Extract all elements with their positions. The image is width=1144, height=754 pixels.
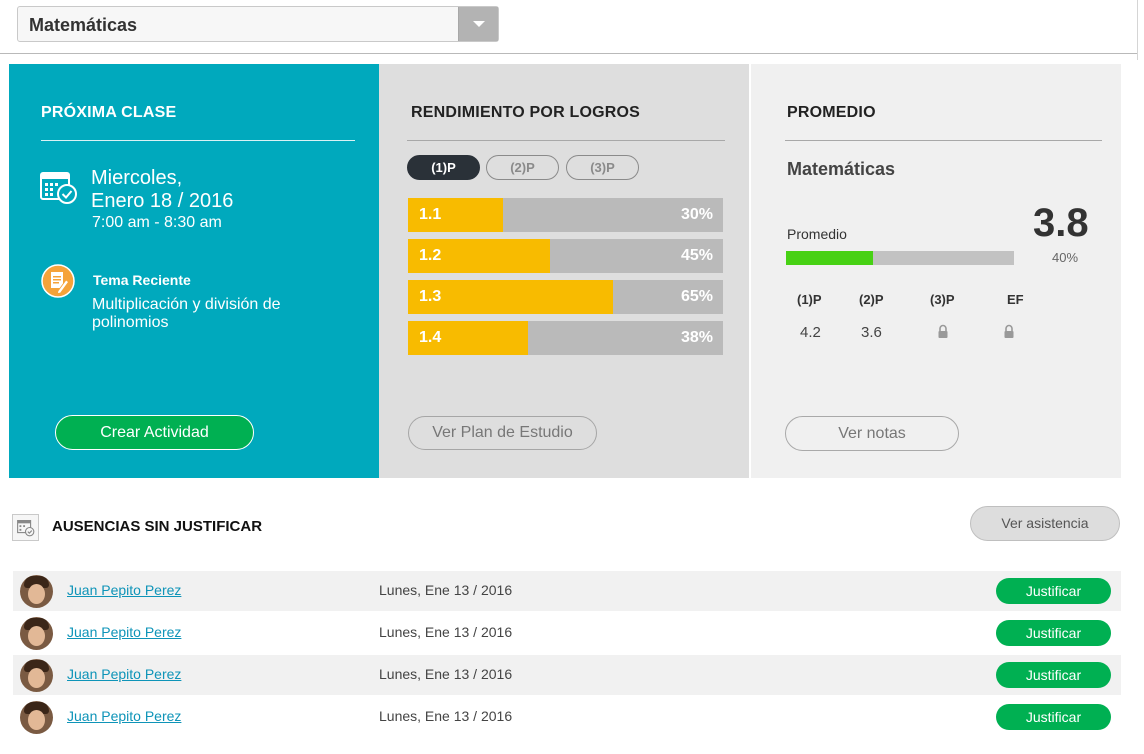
justify-button[interactable]: Justificar [996, 704, 1111, 730]
achievement-percent: 65% [680, 288, 713, 305]
achievement-bar: 1.2 45% [408, 239, 723, 273]
lock-icon [938, 324, 948, 338]
subject-dropdown[interactable]: Matemáticas [17, 6, 499, 42]
next-class-time: 7:00 am - 8:30 am [92, 214, 222, 231]
student-name-link[interactable]: Juan Pepito Perez [67, 708, 181, 724]
period-tab-2[interactable]: (2)P [486, 155, 559, 180]
performance-panel: RENDIMIENTO POR LOGROS (1)P (2)P (3)P 1.… [379, 64, 749, 478]
average-progress-bar [786, 251, 1014, 265]
achievement-label: 1.4 [419, 329, 442, 346]
achievement-bar: 1.1 30% [408, 198, 723, 232]
absence-date: Lunes, Ene 13 / 2016 [379, 666, 513, 682]
achievement-bar: 1.4 38% [408, 321, 723, 355]
next-class-panel: PRÓXIMA CLASE Miercoles, Enero 18 / 2016… [9, 64, 379, 478]
period-tab-3[interactable]: (3)P [566, 155, 639, 180]
average-subject: Matemáticas [787, 159, 896, 179]
create-activity-button[interactable]: Crear Actividad [55, 415, 254, 450]
table-row: Juan Pepito Perez Lunes, Ene 13 / 2016 J… [13, 571, 1121, 611]
achievement-label: 1.3 [419, 288, 442, 305]
period-tab-1[interactable]: (1)P [407, 155, 480, 180]
achievement-label: 1.1 [419, 206, 442, 223]
justify-button[interactable]: Justificar [996, 662, 1111, 688]
average-progress-fill [786, 251, 873, 265]
table-row: Juan Pepito Perez Lunes, Ene 13 / 2016 J… [13, 655, 1121, 695]
divider [407, 140, 725, 141]
average-value: 3.8 [1033, 201, 1089, 245]
average-label: Promedio [787, 226, 847, 242]
next-class-date: Enero 18 / 2016 [91, 190, 234, 212]
table-row: Juan Pepito Perez Lunes, Ene 13 / 2016 J… [13, 697, 1121, 737]
header-divider [0, 53, 1137, 54]
header-right-divider [1137, 0, 1138, 60]
average-title: PROMEDIO [787, 104, 876, 121]
recent-topic-label: Tema Reciente [93, 272, 191, 288]
avatar [20, 575, 53, 608]
chevron-down-icon[interactable] [458, 7, 498, 41]
notepad-pencil-icon [41, 264, 75, 298]
student-name-link[interactable]: Juan Pepito Perez [67, 666, 181, 682]
absence-date: Lunes, Ene 13 / 2016 [379, 708, 513, 724]
recent-topic-text: Multiplicación y división de polinomios [92, 296, 281, 331]
achievement-bar: 1.3 65% [408, 280, 723, 314]
grade-header: EF [1007, 292, 1024, 307]
achievement-percent: 30% [680, 206, 713, 223]
student-name-link[interactable]: Juan Pepito Perez [67, 582, 181, 598]
lock-icon [1004, 324, 1014, 338]
grade-value: 3.6 [861, 324, 882, 341]
performance-title: RENDIMIENTO POR LOGROS [411, 104, 641, 121]
absence-date: Lunes, Ene 13 / 2016 [379, 624, 513, 640]
justify-button[interactable]: Justificar [996, 578, 1111, 604]
grade-header: (1)P [797, 292, 822, 307]
avatar [20, 701, 53, 734]
subject-dropdown-value: Matemáticas [29, 15, 138, 35]
avatar [20, 617, 53, 650]
divider [785, 140, 1102, 141]
avatar [20, 659, 53, 692]
table-row: Juan Pepito Perez Lunes, Ene 13 / 2016 J… [13, 613, 1121, 653]
average-progress-percent: 40% [1052, 250, 1079, 265]
justify-button[interactable]: Justificar [996, 620, 1111, 646]
view-study-plan-button[interactable]: Ver Plan de Estudio [408, 416, 597, 450]
view-attendance-button[interactable]: Ver asistencia [970, 506, 1120, 541]
absence-date: Lunes, Ene 13 / 2016 [379, 582, 513, 598]
achievement-label: 1.2 [419, 247, 442, 264]
grade-header: (3)P [930, 292, 955, 307]
grade-header: (2)P [859, 292, 884, 307]
next-class-title: PRÓXIMA CLASE [41, 104, 177, 121]
absences-title: AUSENCIAS SIN JUSTIFICAR [52, 518, 263, 535]
view-grades-button[interactable]: Ver notas [785, 416, 959, 451]
student-name-link[interactable]: Juan Pepito Perez [67, 624, 181, 640]
attendance-calendar-icon [12, 514, 39, 541]
achievement-percent: 45% [680, 247, 713, 264]
calendar-check-icon [40, 172, 77, 204]
grade-value: 4.2 [800, 324, 821, 341]
achievement-percent: 38% [680, 329, 713, 346]
divider [41, 140, 355, 141]
average-panel: PROMEDIO Matemáticas Promedio 3.8 40% (1… [751, 64, 1121, 478]
next-class-day: Miercoles, [91, 167, 183, 189]
